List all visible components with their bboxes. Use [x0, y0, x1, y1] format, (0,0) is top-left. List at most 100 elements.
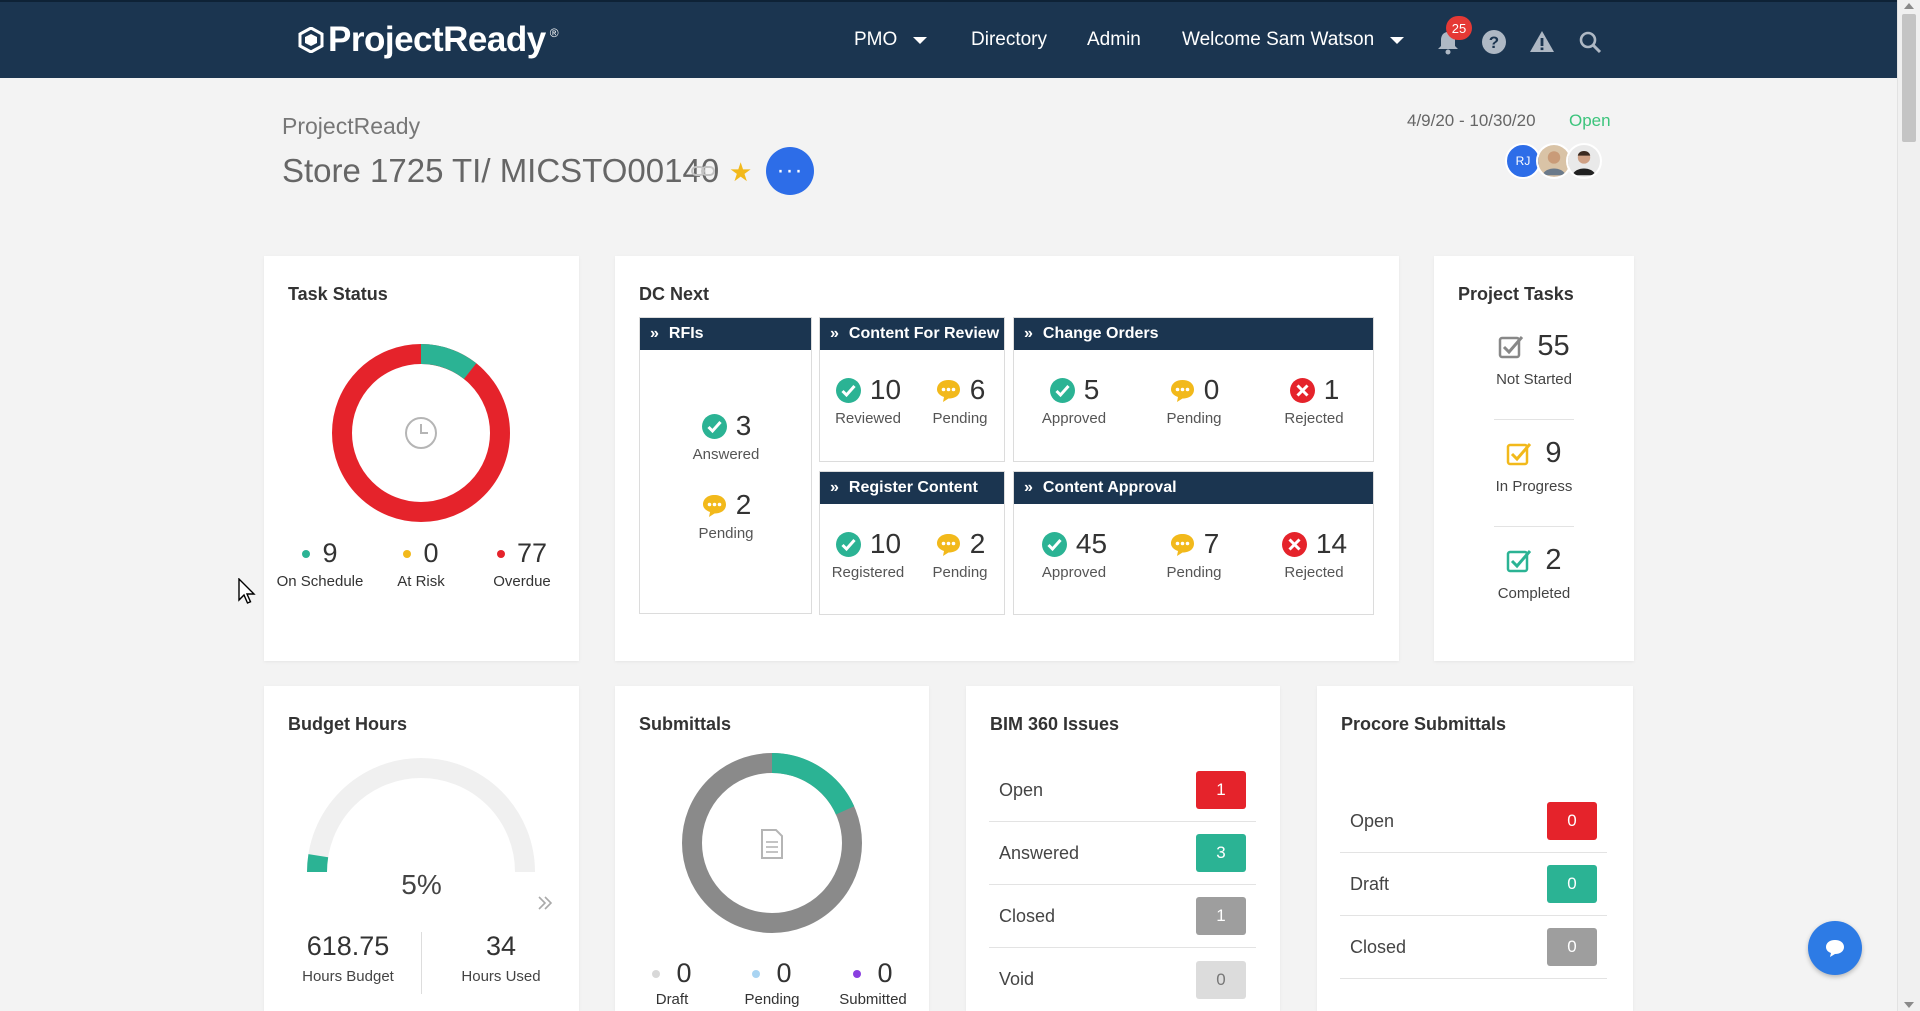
page-scrollbar[interactable]	[1897, 0, 1920, 1011]
top-navbar: ProjectReady ® PMO Directory Admin Welco…	[0, 0, 1897, 78]
change-orders-approved[interactable]: 5 Approved	[1019, 374, 1129, 427]
list-item[interactable]: Open 0	[1340, 790, 1607, 853]
hours-used-stat: 34 Hours Used	[431, 931, 571, 985]
change-orders-rejected-label: Rejected	[1284, 410, 1344, 427]
content-review-header[interactable]: » Content For Review	[820, 318, 1004, 350]
rfis-answered-label: Answered	[692, 446, 760, 463]
submittal-label: Draft	[1350, 873, 1390, 894]
document-icon	[761, 829, 783, 859]
in-progress-stat[interactable]: 9 In Progress	[1434, 437, 1634, 495]
scroll-up-icon[interactable]	[1904, 3, 1914, 9]
count-badge: 0	[1547, 802, 1597, 840]
task-status-card: Task Status 9 On Schedule 0 At Risk 77 O…	[264, 256, 579, 661]
change-orders-pending-value: 0	[1203, 374, 1220, 405]
content-review-pending[interactable]: 6 Pending	[905, 374, 1015, 427]
submitted-value: 0	[877, 958, 893, 988]
svg-text:?: ?	[1489, 33, 1499, 52]
change-orders-rejected[interactable]: 1 Rejected	[1259, 374, 1369, 427]
breadcrumb[interactable]: ProjectReady	[282, 113, 420, 140]
list-item[interactable]: Draft 0	[1340, 853, 1607, 916]
nav-directory[interactable]: Directory	[971, 29, 1047, 51]
check-circle-icon	[1041, 531, 1067, 557]
completed-stat[interactable]: 2 Completed	[1434, 544, 1634, 602]
chat-button[interactable]	[1808, 921, 1862, 975]
nav-user-menu[interactable]: Welcome Sam Watson	[1182, 29, 1405, 51]
bim360-issues-card: BIM 360 Issues Open 1 Answered 3 Closed …	[966, 686, 1280, 1011]
overdue-label: Overdue	[493, 573, 551, 590]
double-chevron-right-icon: »	[650, 325, 659, 342]
more-options-button[interactable]: ···	[766, 147, 814, 195]
rfis-pending[interactable]: 2 Pending	[671, 489, 781, 542]
hours-budget-value: 618.75	[306, 931, 390, 961]
nav-pmo[interactable]: PMO	[854, 29, 928, 51]
check-circle-icon	[1049, 377, 1075, 403]
nav-admin[interactable]: Admin	[1087, 29, 1141, 51]
nav-welcome-label: Welcome Sam Watson	[1182, 29, 1375, 50]
warning-icon[interactable]	[1528, 28, 1556, 56]
nav-admin-label: Admin	[1087, 29, 1141, 50]
scroll-down-icon[interactable]	[1904, 1002, 1914, 1008]
list-item[interactable]: Closed 0	[1340, 916, 1607, 979]
submitted-stat[interactable]: 0 Submitted	[823, 958, 923, 1008]
list-item[interactable]: Open 1	[989, 759, 1256, 822]
submittal-label: Open	[1350, 810, 1395, 831]
content-approval-pending-value: 7	[1203, 528, 1220, 559]
project-tasks-card: Project Tasks 55 Not Started 9 In Progre…	[1434, 256, 1634, 661]
at-risk-stat[interactable]: 0 At Risk	[371, 538, 471, 590]
pending-stat[interactable]: 0 Pending	[722, 958, 822, 1008]
issue-label: Void	[999, 969, 1035, 989]
rfis-header[interactable]: » RFIs	[640, 318, 811, 350]
search-icon[interactable]	[1576, 28, 1604, 56]
list-item[interactable]: Void 0	[989, 948, 1256, 1011]
content-approval-rejected[interactable]: 14 Rejected	[1259, 528, 1369, 581]
double-chevron-right-icon[interactable]	[536, 894, 554, 912]
rfis-answered[interactable]: 3 Answered	[671, 410, 781, 463]
chat-bubble-icon	[1826, 940, 1844, 957]
register-content-panel: » Register Content 10 Registered 2 Pendin…	[819, 471, 1005, 615]
content-registered-label: Registered	[831, 564, 905, 581]
x-circle-icon	[1289, 377, 1315, 403]
scroll-thumb[interactable]	[1902, 14, 1916, 142]
count-badge: 0	[1196, 960, 1246, 999]
in-progress-label: In Progress	[1495, 478, 1573, 495]
change-orders-pending-label: Pending	[1166, 410, 1222, 427]
hours-used-value: 34	[485, 931, 517, 961]
content-approval-approved[interactable]: 45 Approved	[1019, 528, 1129, 581]
overdue-stat[interactable]: 77 Overdue	[472, 538, 572, 590]
register-content-pending[interactable]: 2 Pending	[905, 528, 1015, 581]
list-item[interactable]: Answered 3	[989, 822, 1256, 885]
divider	[421, 932, 422, 994]
register-content-header[interactable]: » Register Content	[820, 472, 1004, 504]
register-content-pending-value: 2	[969, 528, 986, 559]
on-schedule-value: 9	[322, 538, 338, 568]
avatar[interactable]	[1566, 143, 1602, 179]
draft-label: Draft	[655, 991, 689, 1008]
check-circle-icon	[835, 377, 861, 403]
change-orders-pending[interactable]: 0 Pending	[1139, 374, 1249, 427]
draft-value: 0	[676, 958, 692, 988]
not-started-value: 55	[1537, 330, 1570, 362]
logo[interactable]: ProjectReady ®	[298, 20, 559, 60]
draft-stat[interactable]: 0 Draft	[622, 958, 722, 1008]
help-icon[interactable]: ?	[1480, 28, 1508, 56]
content-approval-header[interactable]: » Content Approval	[1014, 472, 1373, 504]
dc-next-card: DC Next » RFIs 3 Answered 2 Pending » Cont…	[615, 256, 1399, 661]
dc-next-title: DC Next	[639, 284, 710, 304]
content-approval-pending[interactable]: 7 Pending	[1139, 528, 1249, 581]
not-started-stat[interactable]: 55 Not Started	[1434, 330, 1634, 388]
chat-bubble-icon	[936, 379, 960, 402]
budget-hours-title: Budget Hours	[288, 714, 407, 734]
completed-value: 2	[1545, 544, 1562, 576]
content-approval-pending-label: Pending	[1166, 564, 1222, 581]
link-icon[interactable]	[690, 161, 716, 181]
change-orders-approved-value: 5	[1083, 374, 1100, 405]
logo-text: ProjectReady	[328, 20, 546, 59]
page-title: Store 1725 TI/ MICSTO00140	[282, 152, 720, 189]
favorite-star-icon[interactable]: ★	[729, 157, 752, 188]
submitted-dot	[853, 969, 862, 978]
on-schedule-stat[interactable]: 9 On Schedule	[270, 538, 370, 590]
content-reviewed-value: 10	[869, 374, 902, 405]
change-orders-header[interactable]: » Change Orders	[1014, 318, 1373, 350]
list-item[interactable]: Closed 1	[989, 885, 1256, 948]
divider	[1494, 526, 1574, 527]
